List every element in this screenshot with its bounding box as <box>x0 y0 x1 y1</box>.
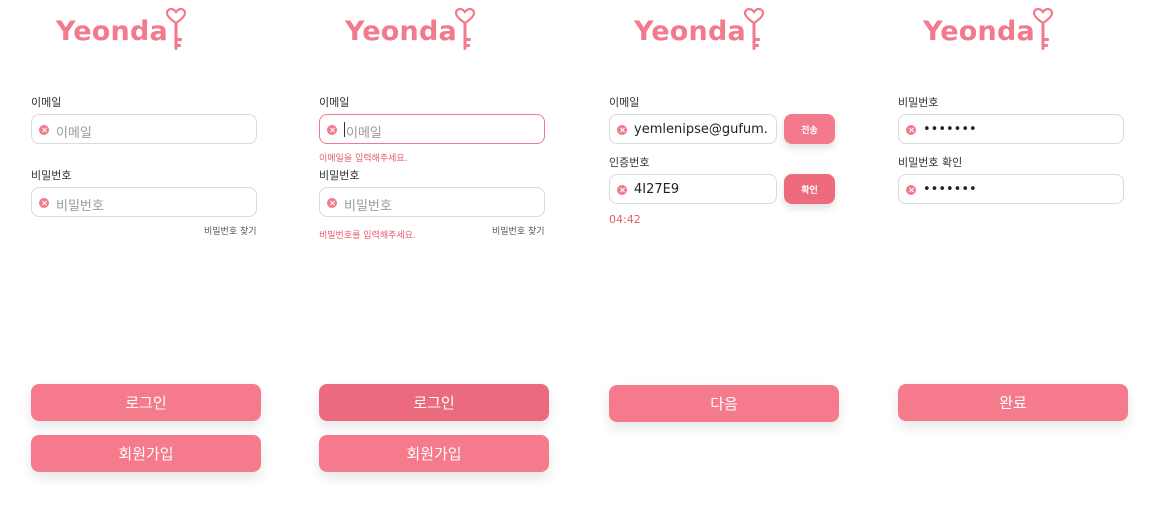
logo-text: Yeonda <box>634 16 746 47</box>
password-label: 비밀번호 <box>898 96 939 109</box>
confirm-button[interactable]: 확인 <box>784 174 835 204</box>
signup-button[interactable]: 회원가입 <box>319 435 549 472</box>
password-confirm-value: ••••••• <box>923 182 977 197</box>
clear-icon[interactable] <box>327 198 337 208</box>
logo: Yeonda <box>0 8 290 54</box>
clear-icon[interactable] <box>327 125 337 135</box>
password-value: ••••••• <box>923 122 977 137</box>
email-field[interactable]: 이메일 <box>319 114 545 144</box>
password-confirm-field[interactable]: ••••••• <box>898 174 1124 204</box>
key-heart-icon <box>166 8 186 50</box>
login-button[interactable]: 로그인 <box>31 384 261 421</box>
key-heart-icon <box>455 8 475 50</box>
email-placeholder: 이메일 <box>56 126 92 141</box>
logo: Yeonda <box>289 8 579 54</box>
password-label: 비밀번호 <box>31 169 72 182</box>
clear-icon[interactable] <box>39 198 49 208</box>
login-button[interactable]: 로그인 <box>319 384 549 421</box>
clear-icon[interactable] <box>617 185 627 195</box>
email-placeholder: 이메일 <box>346 126 382 141</box>
password-field[interactable]: 비밀번호 <box>31 187 257 217</box>
send-button[interactable]: 전송 <box>784 114 835 144</box>
email-label: 이메일 <box>609 96 640 109</box>
find-password-link[interactable]: 비밀번호 찾기 <box>204 224 257 237</box>
code-value: 4I27E9 <box>634 182 680 197</box>
password-label: 비밀번호 <box>319 169 360 182</box>
password-confirm-label: 비밀번호 확인 <box>898 156 963 169</box>
text-caret <box>344 122 345 137</box>
signup-button[interactable]: 회원가입 <box>31 435 261 472</box>
key-heart-icon <box>1033 8 1053 50</box>
logo: Yeonda <box>578 8 868 54</box>
countdown-timer: 04:42 <box>609 213 641 226</box>
email-label: 이메일 <box>31 96 62 109</box>
code-field[interactable]: 4I27E9 <box>609 174 777 204</box>
next-button[interactable]: 다음 <box>609 385 839 422</box>
find-password-link[interactable]: 비밀번호 찾기 <box>492 224 545 237</box>
verification-panel: Yeonda 이메일 yemlenipse@gufum. 전송 인증번호 4I2… <box>578 0 868 512</box>
password-field[interactable]: 비밀번호 <box>319 187 545 217</box>
login-panel: Yeonda 이메일 이메일 비밀번호 비밀번호 비밀번호 찾기 로그인 회원가… <box>0 0 290 512</box>
reset-password-panel: Yeonda 비밀번호 ••••••• 비밀번호 확인 ••••••• 완료 <box>867 0 1155 512</box>
email-field[interactable]: yemlenipse@gufum. <box>609 114 777 144</box>
clear-icon[interactable] <box>617 125 627 135</box>
password-error: 비밀번호를 입력해주세요. <box>319 231 416 241</box>
code-label: 인증번호 <box>609 156 650 169</box>
email-label: 이메일 <box>319 96 350 109</box>
clear-icon[interactable] <box>39 125 49 135</box>
logo-text: Yeonda <box>56 16 168 47</box>
key-heart-icon <box>744 8 764 50</box>
clear-icon[interactable] <box>906 125 916 135</box>
password-field[interactable]: ••••••• <box>898 114 1124 144</box>
logo: Yeonda <box>867 8 1155 54</box>
clear-icon[interactable] <box>906 185 916 195</box>
logo-text: Yeonda <box>923 16 1035 47</box>
email-field[interactable]: 이메일 <box>31 114 257 144</box>
login-error-panel: Yeonda 이메일 이메일 이메일을 입력해주세요. 비밀번호 비밀번호 비밀… <box>289 0 579 512</box>
email-error: 이메일을 입력해주세요. <box>319 154 408 164</box>
done-button[interactable]: 완료 <box>898 384 1128 421</box>
password-placeholder: 비밀번호 <box>344 199 392 214</box>
logo-text: Yeonda <box>345 16 457 47</box>
email-value: yemlenipse@gufum. <box>634 122 768 137</box>
password-placeholder: 비밀번호 <box>56 199 104 214</box>
